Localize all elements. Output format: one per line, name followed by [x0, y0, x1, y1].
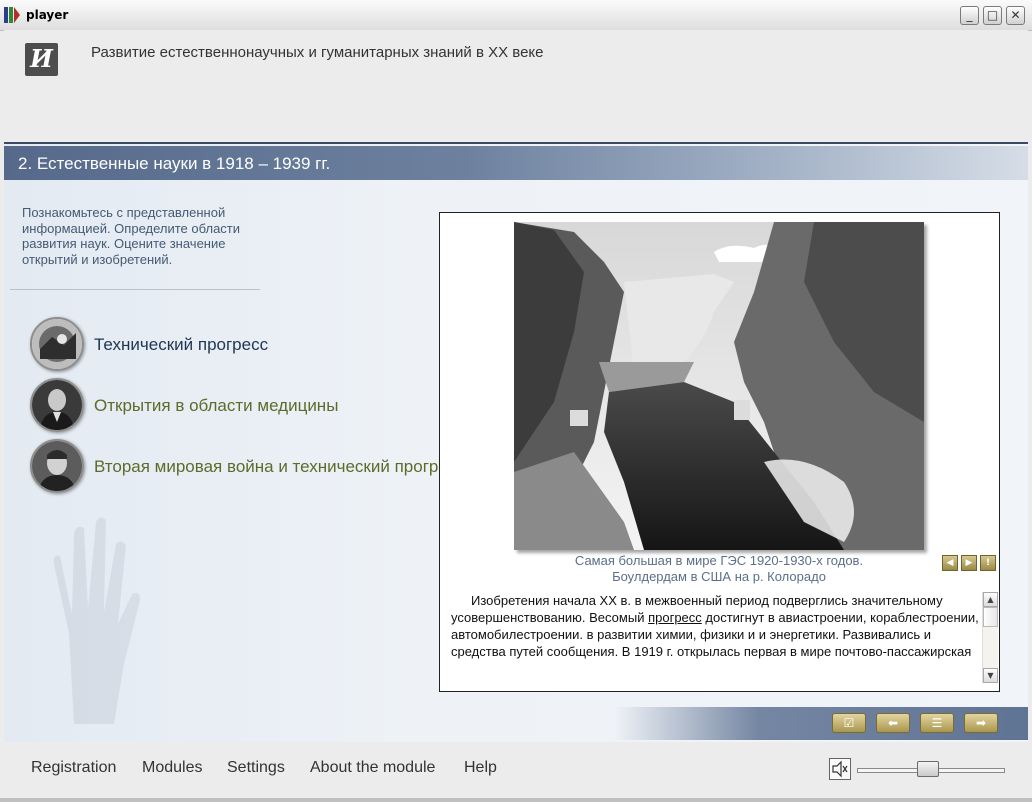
- photo-caption: Самая большая в мире ГЭС 1920-1930-х год…: [504, 553, 934, 585]
- menu-about-module[interactable]: About the module: [310, 759, 435, 777]
- app-icon: [4, 7, 22, 23]
- main-panel: 2. Естественные науки в 1918 – 1939 гг. …: [4, 142, 1028, 744]
- section-title: 2. Естественные науки в 1918 – 1939 гг.: [18, 154, 331, 173]
- image-nav: ◀ ▶ !: [942, 555, 996, 571]
- maximize-button[interactable]: □: [983, 6, 1002, 25]
- topic-technical-progress[interactable]: Технический прогресс: [30, 317, 268, 371]
- topic-label: Открытия в области медицины: [94, 395, 339, 415]
- topic-label: Вторая мировая война и технический прогр…: [94, 456, 465, 476]
- section-bar: 2. Естественные науки в 1918 – 1939 гг.: [4, 146, 1028, 180]
- menu-settings[interactable]: Settings: [227, 759, 285, 777]
- title-bar[interactable]: player _ □ ✕: [0, 0, 1032, 31]
- topic-label: Технический прогресс: [94, 334, 269, 354]
- footer-bar: Registration Modules Settings About the …: [4, 742, 1028, 798]
- caption-line-2: Боулдердам в США на р. Колорадо: [612, 569, 826, 584]
- course-header: И Развитие естественнонаучных и гуманита…: [4, 30, 1028, 140]
- minimize-button[interactable]: _: [960, 6, 979, 25]
- dam-photo: [514, 222, 924, 550]
- image-info-button[interactable]: !: [980, 555, 996, 571]
- hand-watermark: [53, 517, 140, 724]
- arrow-right-icon: ▶: [965, 558, 973, 568]
- back-button[interactable]: ⬅: [876, 713, 910, 733]
- volume-slider-thumb[interactable]: [916, 761, 939, 777]
- prev-image-button[interactable]: ◀: [942, 555, 958, 571]
- topic-ww2-progress[interactable]: Вторая мировая война и технический прогр…: [30, 439, 465, 493]
- window-title: player: [26, 8, 69, 22]
- arrow-left-icon: ◀: [946, 558, 954, 568]
- player-window: player _ □ ✕ И Развитие естественнонаучн…: [0, 0, 1032, 802]
- menu-modules[interactable]: Modules: [142, 759, 202, 777]
- intro-divider: [10, 289, 260, 290]
- content-box: Самая большая в мире ГЭС 1920-1930-х год…: [439, 212, 1000, 692]
- intro-text: Познакомьтесь с представленной информаци…: [22, 205, 241, 267]
- forward-button[interactable]: ➡: [964, 713, 998, 733]
- mute-button[interactable]: [829, 758, 851, 780]
- contents-button[interactable]: ☰: [920, 713, 954, 733]
- topic-medicine[interactable]: Открытия в области медицины: [30, 378, 338, 432]
- lesson-toolbar: ☑ ⬅ ☰ ➡: [614, 707, 1028, 740]
- scroll-down-button[interactable]: ▼: [983, 668, 998, 683]
- caption-line-1: Самая большая в мире ГЭС 1920-1930-х год…: [574, 553, 864, 568]
- course-title: Развитие естественнонаучных и гуманитарн…: [91, 44, 544, 61]
- speaker-mute-icon: [832, 760, 848, 778]
- course-logo: И: [25, 43, 58, 76]
- medicine-thumbnail: [30, 378, 84, 432]
- info-icon: !: [985, 558, 991, 568]
- window-border: [0, 798, 1032, 802]
- next-image-button[interactable]: ▶: [961, 555, 977, 571]
- menu-registration[interactable]: Registration: [31, 759, 116, 777]
- menu-help[interactable]: Help: [464, 759, 497, 777]
- scroll-up-button[interactable]: ▲: [983, 592, 998, 607]
- close-button[interactable]: ✕: [1006, 6, 1025, 25]
- back-arrow-icon: ⬅: [887, 716, 899, 730]
- list-icon: ☰: [931, 716, 943, 730]
- content-text: Изобретения начала XX в. в межвоенный пе…: [451, 592, 979, 684]
- technical-progress-thumbnail: [30, 317, 84, 371]
- scroll-thumb[interactable]: [983, 607, 998, 627]
- forward-arrow-icon: ➡: [975, 716, 987, 730]
- ww2-thumbnail: [30, 439, 84, 493]
- text-scrollbar[interactable]: ▲ ▼: [982, 592, 998, 683]
- check-button[interactable]: ☑: [832, 713, 866, 733]
- check-icon: ☑: [843, 716, 855, 730]
- progress-link[interactable]: прогресс: [648, 610, 702, 625]
